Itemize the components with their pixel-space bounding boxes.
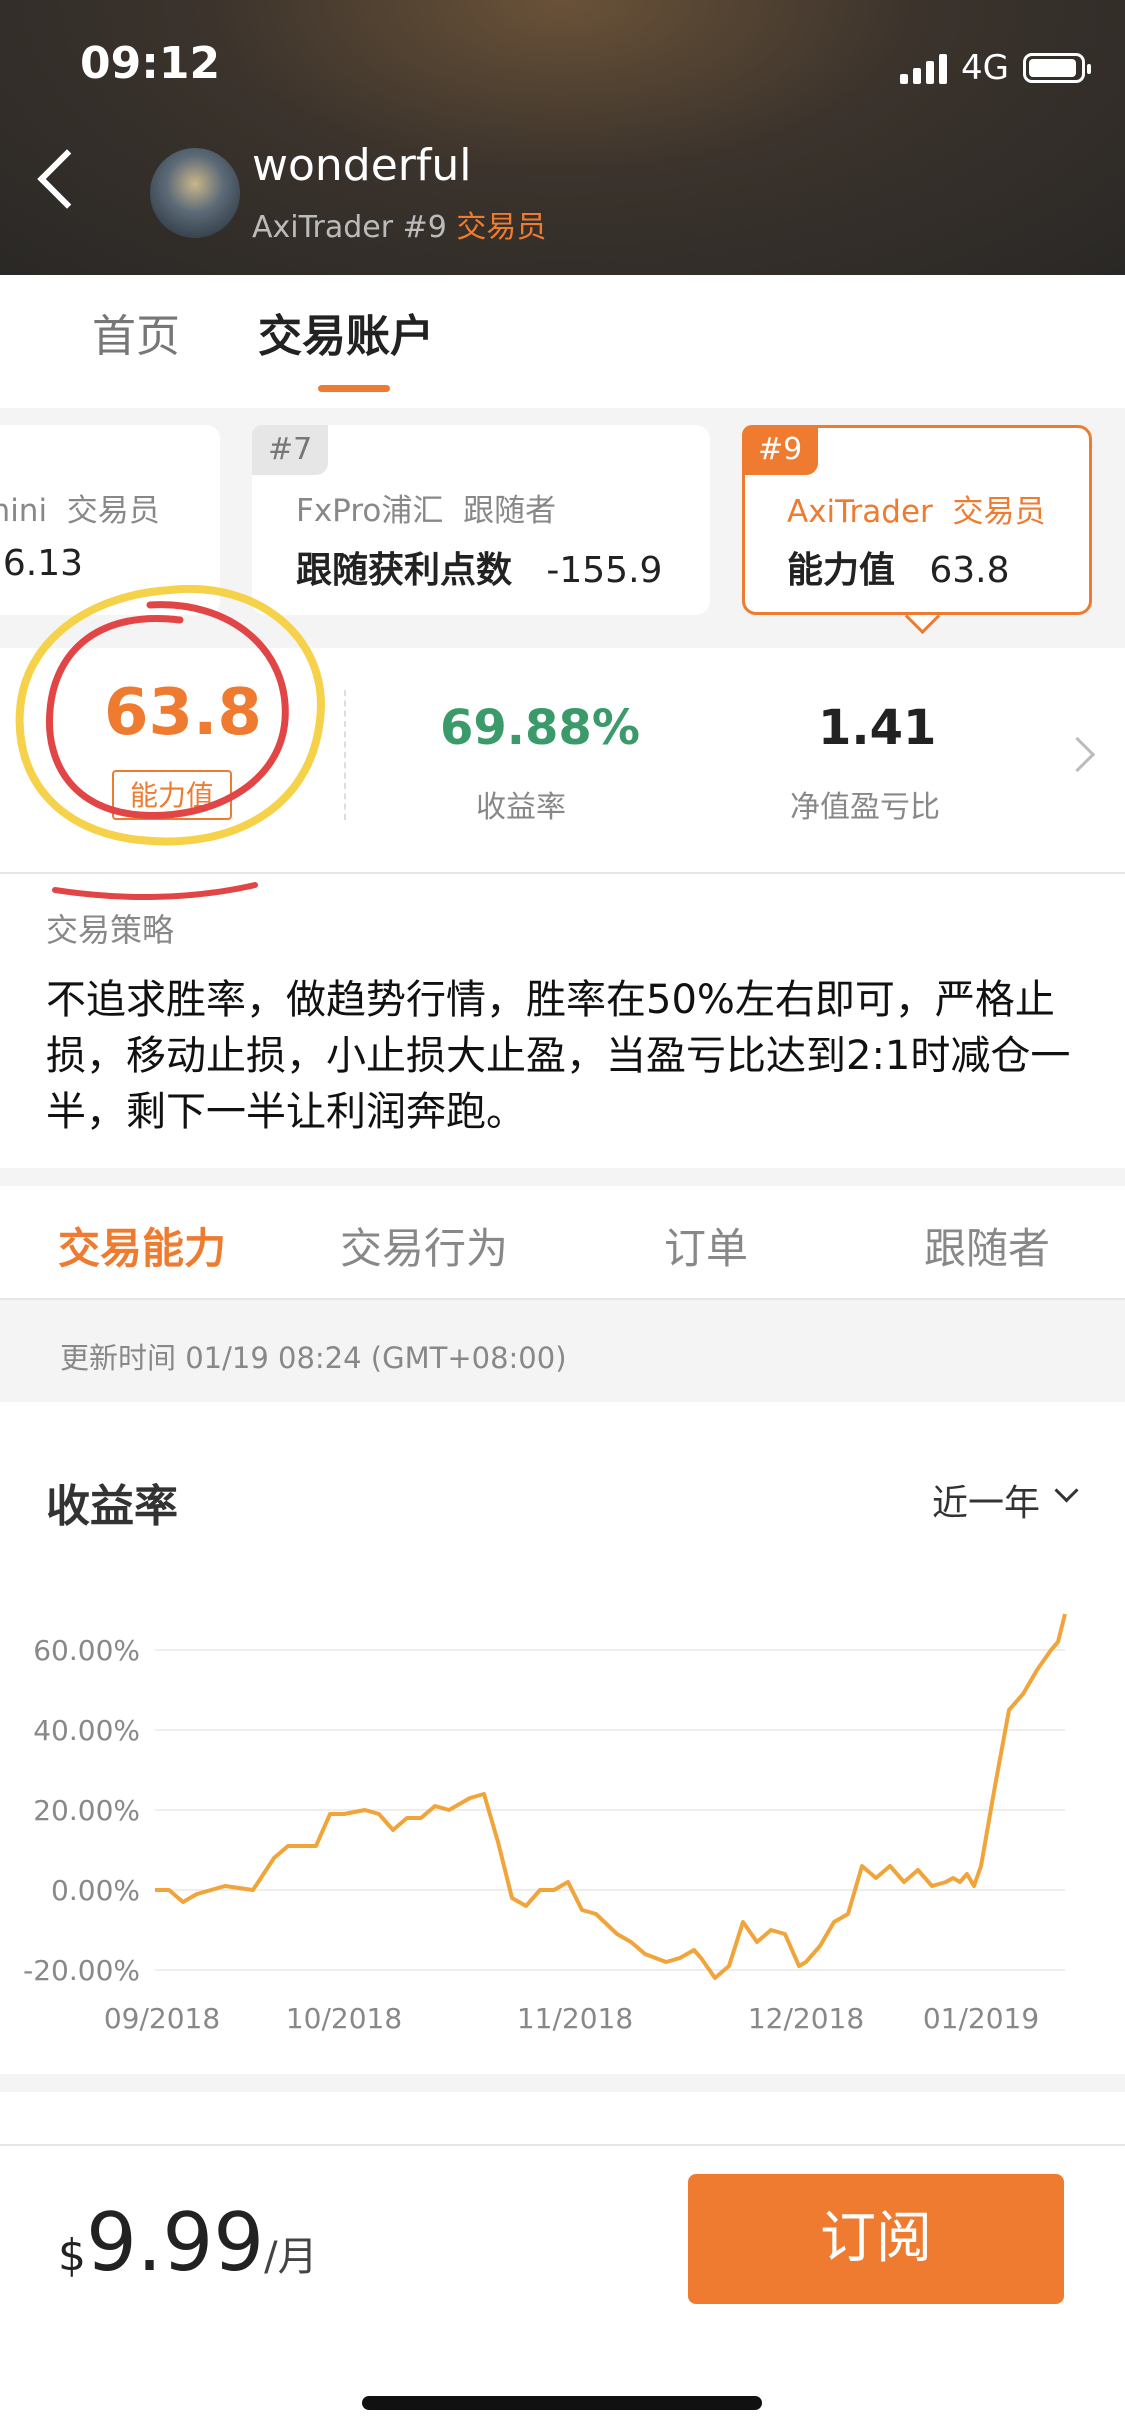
equity-ratio-value: 1.41 <box>818 700 937 756</box>
y-tick-label: -20.00% <box>23 1954 140 1987</box>
x-tick-label: 12/2018 <box>748 2002 864 2035</box>
y-tick-label: 60.00% <box>33 1634 140 1667</box>
rank-badge: #7 <box>252 425 329 475</box>
account-role: 交易员 <box>952 494 1046 530</box>
account-role: 交易员 <box>66 493 160 529</box>
yellow-circle <box>15 584 325 846</box>
user-name: wonderful <box>252 140 472 191</box>
x-tick-label: 10/2018 <box>286 2002 402 2035</box>
user-role: 交易员 <box>456 210 547 245</box>
rank-badge: #9 <box>742 425 819 475</box>
price-unit: /月 <box>264 2234 318 2280</box>
equity-ratio-label: 净值盈亏比 <box>790 790 940 825</box>
home-indicator[interactable] <box>362 2396 762 2410</box>
section-gap <box>0 1168 1125 1186</box>
divider <box>0 872 1125 874</box>
user-broker-rank: AxiTrader #9 交易员 <box>252 202 546 246</box>
red-underline-stroke <box>52 882 258 900</box>
x-tick-label: 01/2019 <box>923 2002 1039 2035</box>
section-gap <box>0 2074 1125 2092</box>
tab-trading-ability[interactable]: 交易能力 <box>58 1215 226 1276</box>
y-tick-label: 0.00% <box>51 1874 140 1907</box>
active-tab-indicator <box>318 385 390 392</box>
tab-home[interactable]: 首页 <box>92 300 180 364</box>
account-broker: FxPro浦汇 <box>296 493 444 529</box>
network-type: 4G <box>961 48 1009 88</box>
account-broker: mini <box>0 493 48 529</box>
chevron-down-icon[interactable] <box>1054 1478 1079 1503</box>
return-line-chart: 60.00% 40.00% 20.00% 0.00% -20.00% 09/2018 10/… <box>23 1613 1067 2035</box>
strategy-text: 不追求胜率，做趋势行情，胜率在50%左右即可，严格止损，移动止损，小止损大止盈，… <box>46 977 1071 1135</box>
footer-divider <box>0 2144 1125 2146</box>
y-tick-label: 20.00% <box>33 1794 140 1827</box>
subscription-price: $9.99/月 <box>58 2196 318 2289</box>
series-line <box>155 1613 1067 1980</box>
range-selector[interactable]: 近一年 <box>932 1474 1040 1526</box>
x-tick-label: 09/2018 <box>104 2002 220 2035</box>
tab-trading-behavior[interactable]: 交易行为 <box>340 1215 508 1276</box>
account-metric-value: 63.8 <box>929 550 1010 591</box>
chart-title: 收益率 <box>46 1481 178 1532</box>
y-tick-label: 40.00% <box>33 1714 140 1747</box>
subscribe-button[interactable]: 订阅 <box>688 2174 1064 2304</box>
price-amount: 9.99 <box>86 2196 265 2289</box>
tab-trading-account[interactable]: 交易账户 <box>258 300 434 364</box>
red-circle <box>45 601 289 819</box>
account-metric-value: -155.9 <box>546 550 663 591</box>
strategy-title: 交易策略 <box>46 911 175 949</box>
signal-icon <box>900 52 948 84</box>
broker-rank: AxiTrader #9 <box>252 210 447 245</box>
account-broker: AxiTrader <box>787 494 933 530</box>
account-metric-label: 能力值 <box>787 550 896 591</box>
annotation-circles <box>15 584 325 900</box>
account-role: 跟随者 <box>463 493 557 529</box>
update-time: 更新时间 01/19 08:24 (GMT+08:00) <box>60 1341 567 1375</box>
avatar[interactable] <box>150 148 240 238</box>
battery-icon <box>1023 53 1091 83</box>
x-tick-label: 11/2018 <box>517 2002 633 2035</box>
status-indicators: 4G <box>900 48 1091 88</box>
status-time: 09:12 <box>80 38 221 89</box>
tab-followers[interactable]: 跟随者 <box>924 1215 1050 1276</box>
tab-orders[interactable]: 订单 <box>664 1215 748 1276</box>
return-rate-label: 收益率 <box>476 790 566 825</box>
price-currency: $ <box>58 2230 86 2281</box>
chevron-right-icon[interactable] <box>1059 736 1096 773</box>
return-rate-value: 69.88% <box>440 700 640 756</box>
